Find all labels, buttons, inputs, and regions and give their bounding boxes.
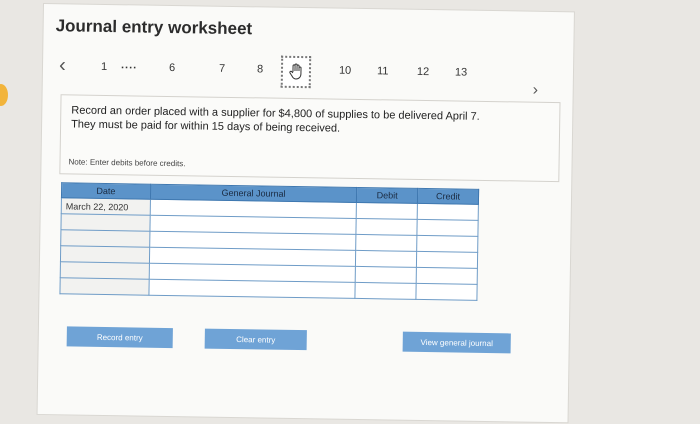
debit-cell[interactable] xyxy=(355,250,417,268)
date-cell[interactable] xyxy=(60,261,150,280)
date-cell[interactable]: March 22, 2020 xyxy=(61,197,151,216)
record-entry-button[interactable]: Record entry xyxy=(66,326,173,349)
date-cell[interactable] xyxy=(59,277,150,296)
hand-cursor-icon xyxy=(289,63,302,80)
clear-entry-button[interactable]: Clear entry xyxy=(204,328,307,351)
nav-item-7[interactable]: 7 xyxy=(219,63,225,75)
view-general-journal-button[interactable]: View general journal xyxy=(402,331,511,354)
debit-cell[interactable] xyxy=(355,266,417,284)
date-column-header: Date xyxy=(61,182,151,200)
question-text: Record an order placed with a supplier f… xyxy=(71,104,480,135)
date-cell[interactable] xyxy=(60,213,151,232)
credit-column-header: Credit xyxy=(417,188,479,205)
entry-navigation: ‹ 1 .... 6 7 8 10 11 12 13 › xyxy=(43,52,574,100)
journal-entry-worksheet: Journal entry worksheet ‹ 1 .... 6 7 8 1… xyxy=(37,4,574,423)
credit-cell[interactable] xyxy=(416,251,478,269)
worksheet-title: Journal entry worksheet xyxy=(55,16,253,39)
credit-cell[interactable] xyxy=(416,283,478,301)
nav-item-1[interactable]: 1 xyxy=(101,61,107,73)
credit-cell[interactable] xyxy=(416,235,478,253)
nav-item-11[interactable]: 11 xyxy=(377,65,389,77)
nav-item-10[interactable]: 10 xyxy=(339,65,351,77)
credit-cell[interactable] xyxy=(417,219,479,237)
chevron-right-icon[interactable]: › xyxy=(533,82,539,100)
entry-note: Note: Enter debits before credits. xyxy=(68,157,186,169)
debit-cell[interactable] xyxy=(356,202,418,220)
debit-column-header: Debit xyxy=(356,187,418,204)
nav-item-13[interactable]: 13 xyxy=(455,66,467,78)
nav-item-8[interactable]: 8 xyxy=(257,63,263,75)
nav-item-12[interactable]: 12 xyxy=(417,66,429,78)
nav-item-6[interactable]: 6 xyxy=(169,62,175,74)
debit-cell[interactable] xyxy=(355,234,418,252)
account-cell[interactable] xyxy=(148,279,356,299)
debit-cell[interactable] xyxy=(356,218,418,236)
side-indicator xyxy=(0,84,8,106)
date-cell[interactable] xyxy=(60,229,150,248)
debit-cell[interactable] xyxy=(355,282,417,300)
question-prompt-box: Record an order placed with a supplier f… xyxy=(59,94,561,183)
nav-ellipsis: .... xyxy=(120,59,138,72)
nav-item-current[interactable] xyxy=(280,55,312,89)
chevron-left-icon[interactable]: ‹ xyxy=(59,54,66,77)
credit-cell[interactable] xyxy=(417,203,479,221)
credit-cell[interactable] xyxy=(416,267,478,285)
journal-table: Date General Journal Debit Credit March … xyxy=(59,182,479,301)
date-cell[interactable] xyxy=(60,245,150,264)
